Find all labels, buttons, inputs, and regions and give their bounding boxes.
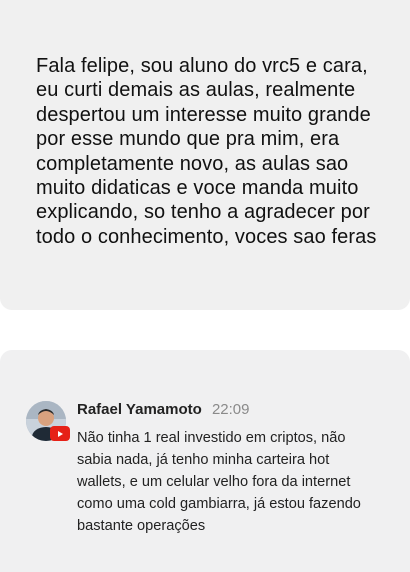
message-bubble: Fala felipe, sou aluno do vrc5 e cara, e… <box>0 0 410 310</box>
comment-card: Rafael Yamamoto 22:09 Não tinha 1 real i… <box>0 350 410 572</box>
comment-text: Não tinha 1 real investido em criptos, n… <box>77 430 361 534</box>
comment-time: 22:09 <box>211 401 250 418</box>
message-text: Fala felipe, sou aluno do vrc5 e cara, e… <box>36 55 377 248</box>
comment-author[interactable]: Rafael Yamamoto <box>77 401 202 418</box>
youtube-icon <box>50 426 70 441</box>
comment-header: Rafael Yamamoto 22:09 <box>77 401 250 419</box>
